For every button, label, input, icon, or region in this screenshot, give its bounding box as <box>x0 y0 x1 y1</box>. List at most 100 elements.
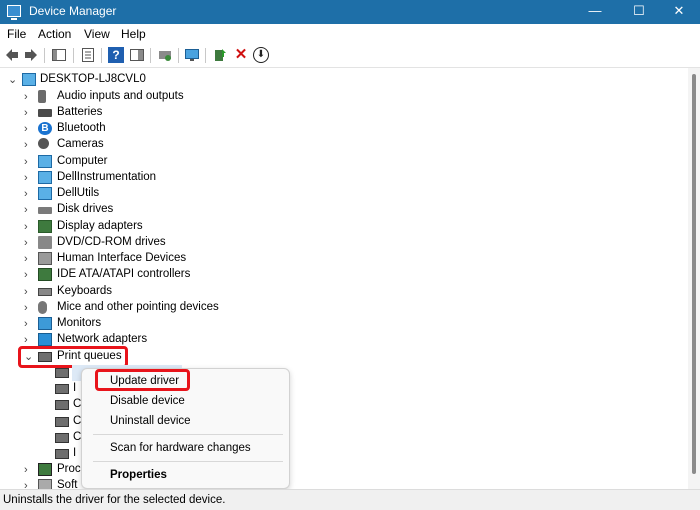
scan-hardware-icon[interactable] <box>157 47 173 63</box>
back-arrow-icon[interactable] <box>4 47 20 63</box>
expand-chevron-icon[interactable]: › <box>24 318 34 330</box>
properties-icon[interactable] <box>80 47 96 63</box>
printer-icon <box>55 400 69 410</box>
toolbar-separator <box>44 48 45 63</box>
tree-item-dellutils[interactable]: › DellUtils <box>0 186 300 202</box>
context-scan-hardware[interactable]: Scan for hardware changes <box>110 442 251 454</box>
tree-item-cameras[interactable]: › Cameras <box>0 137 300 153</box>
processor-icon <box>38 463 52 476</box>
dell-utils-icon <box>38 187 52 200</box>
minimize-button[interactable]: — <box>572 0 618 24</box>
tree-item-display-adapters[interactable]: › Display adapters <box>0 219 300 235</box>
computer-icon <box>38 155 52 168</box>
software-icon <box>38 479 52 489</box>
tree-item-label: Disk drives <box>57 203 114 215</box>
monitor-icon[interactable] <box>184 47 200 63</box>
mouse-icon <box>38 301 47 314</box>
display-adapter-icon <box>38 220 52 233</box>
scrollbar-thumb[interactable] <box>692 74 696 474</box>
tree-item-dellinstrumentation[interactable]: › DellInstrumentation <box>0 170 300 186</box>
status-bar: Uninstalls the driver for the selected d… <box>0 489 700 510</box>
expand-chevron-icon[interactable]: › <box>24 107 34 119</box>
tree-item-label: Bluetooth <box>57 122 106 134</box>
tree-item-label: Audio inputs and outputs <box>57 90 184 102</box>
tree-item-disk-drives[interactable]: › Disk drives <box>0 202 300 218</box>
context-separator <box>93 434 283 435</box>
tree-item-label: Computer <box>57 155 108 167</box>
tree-item-computer[interactable]: › Computer <box>0 154 300 170</box>
expand-chevron-icon[interactable]: › <box>24 204 34 216</box>
show-hide-console-tree-icon[interactable] <box>51 47 67 63</box>
print-queue-child-label: I <box>73 382 77 394</box>
expand-chevron-icon[interactable]: › <box>24 286 34 298</box>
printer-icon <box>55 368 69 378</box>
expand-chevron-icon[interactable]: › <box>24 237 34 249</box>
keyboard-icon <box>38 288 52 296</box>
context-uninstall-device[interactable]: Uninstall device <box>110 415 191 427</box>
tree-root[interactable]: ⌄ DESKTOP-LJ8CVL0 <box>0 72 300 88</box>
device-manager-icon <box>7 5 21 20</box>
expand-chevron-icon[interactable]: › <box>24 480 34 489</box>
vertical-scrollbar[interactable] <box>688 68 700 489</box>
tree-item-label: IDE ATA/ATAPI controllers <box>57 268 191 280</box>
tree-item-ide[interactable]: › IDE ATA/ATAPI controllers <box>0 267 300 283</box>
tree-item-bluetooth[interactable]: › B Bluetooth <box>0 121 300 137</box>
toolbar-separator <box>150 48 151 63</box>
tree-item-batteries[interactable]: › Batteries <box>0 105 300 121</box>
expand-chevron-icon[interactable]: › <box>24 269 34 281</box>
bluetooth-icon: B <box>38 122 52 135</box>
menu-help[interactable]: Help <box>121 27 146 41</box>
action-pane-icon[interactable] <box>129 47 145 63</box>
tree-root-label: DESKTOP-LJ8CVL0 <box>40 73 146 85</box>
dvd-icon <box>38 236 52 249</box>
expand-chevron-icon[interactable]: › <box>24 221 34 233</box>
menu-view[interactable]: View <box>84 27 110 41</box>
tree-item-label: DellInstrumentation <box>57 171 157 183</box>
tree-item-keyboards[interactable]: › Keyboards <box>0 284 300 300</box>
expand-chevron-icon[interactable]: › <box>24 172 34 184</box>
tree-item-mice[interactable]: › Mice and other pointing devices <box>0 300 300 316</box>
tree-item-label: DVD/CD-ROM drives <box>57 236 166 248</box>
context-disable-device[interactable]: Disable device <box>110 395 185 407</box>
battery-icon <box>38 109 52 117</box>
expand-chevron-icon[interactable]: › <box>24 91 34 103</box>
close-button[interactable]: ✕ <box>656 0 700 24</box>
uninstall-icon[interactable]: ✕ <box>233 47 249 63</box>
expand-chevron-icon[interactable]: › <box>24 253 34 265</box>
hid-icon <box>38 252 52 265</box>
menu-file[interactable]: File <box>7 27 26 41</box>
tree-item-monitors[interactable]: › Monitors <box>0 316 300 332</box>
download-icon[interactable]: ⬇ <box>253 47 269 63</box>
toolbar-separator <box>205 48 206 63</box>
help-icon[interactable]: ? <box>108 47 124 63</box>
context-properties[interactable]: Properties <box>110 469 167 481</box>
dell-instrumentation-icon <box>38 171 52 184</box>
update-driver-highlight <box>95 369 190 391</box>
menu-action[interactable]: Action <box>38 27 71 41</box>
tree-item-hid[interactable]: › Human Interface Devices <box>0 251 300 267</box>
tree-item-label: Cameras <box>57 138 104 150</box>
tree-item-label: Mice and other pointing devices <box>57 301 219 313</box>
collapse-chevron-icon[interactable]: ⌄ <box>8 74 18 86</box>
context-separator <box>93 461 283 462</box>
update-driver-icon[interactable] <box>212 47 228 63</box>
toolbar-separator <box>73 48 74 63</box>
expand-chevron-icon[interactable]: › <box>24 334 34 346</box>
status-text: Uninstalls the driver for the selected d… <box>3 494 226 506</box>
tree-item-dvd[interactable]: › DVD/CD-ROM drives <box>0 235 300 251</box>
tree-item-audio[interactable]: › Audio inputs and outputs <box>0 89 300 105</box>
expand-chevron-icon[interactable]: › <box>24 188 34 200</box>
disk-drive-icon <box>38 207 52 214</box>
forward-arrow-icon[interactable] <box>23 47 39 63</box>
expand-chevron-icon[interactable]: › <box>24 123 34 135</box>
tree-item-label: Batteries <box>57 106 103 118</box>
expand-chevron-icon[interactable]: › <box>24 156 34 168</box>
camera-icon <box>38 138 49 149</box>
ide-controller-icon <box>38 268 52 281</box>
expand-chevron-icon[interactable]: › <box>24 464 34 476</box>
expand-chevron-icon[interactable]: › <box>24 139 34 151</box>
speaker-icon <box>38 90 46 103</box>
expand-chevron-icon[interactable]: › <box>24 302 34 314</box>
tree-item-label: Proc <box>57 463 81 475</box>
print-queue-child-label: I <box>73 447 77 459</box>
